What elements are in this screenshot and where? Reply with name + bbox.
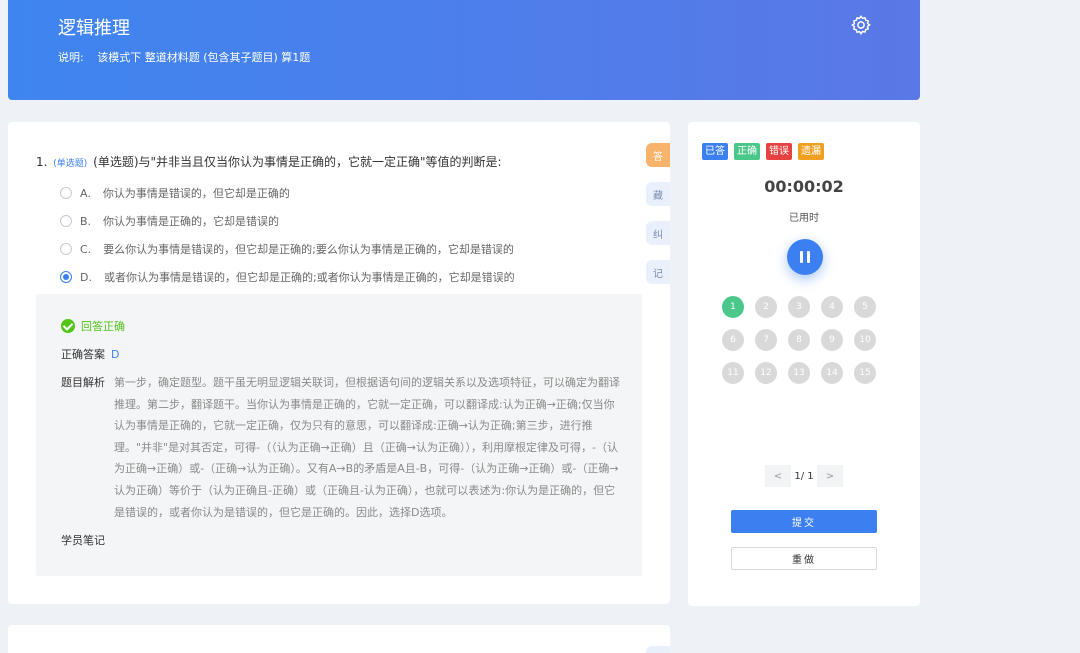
description-text: 该模式下 整道材料题 (包含其子题目) 算1题 bbox=[97, 51, 311, 64]
question-number-button[interactable]: 15 bbox=[854, 362, 876, 384]
submit-button[interactable]: 提交 bbox=[731, 510, 877, 533]
legend-missed: 遗漏 bbox=[798, 143, 824, 160]
description-label: 说明: bbox=[58, 51, 84, 64]
radio-button[interactable] bbox=[60, 271, 72, 283]
side-button-next-card[interactable] bbox=[646, 646, 670, 653]
analysis-text: 第一步，确定题型。题干虽无明显逻辑关联词，但根据语句间的逻辑关系以及选项特征，可… bbox=[114, 376, 620, 519]
timer-value: 00:00:02 bbox=[764, 177, 844, 196]
question-number: 1. bbox=[36, 155, 48, 169]
correct-answer-row: 正确答案 D bbox=[61, 346, 119, 362]
mode-description: 说明: 该模式下 整道材料题 (包含其子题目) 算1题 bbox=[58, 49, 310, 65]
legend-wrong: 错误 bbox=[766, 143, 792, 160]
option-letter: B. bbox=[80, 214, 92, 228]
question-number-button[interactable]: 2 bbox=[755, 296, 777, 318]
legend-correct: 正确 bbox=[734, 143, 760, 160]
question-card: 1. (单选题) (单选题)与"并非当且仅当你认为事情是正确的，它就一定正确"等… bbox=[8, 122, 670, 604]
question-number-button[interactable]: 5 bbox=[854, 296, 876, 318]
question-number-button[interactable]: 7 bbox=[755, 329, 777, 351]
option-text: 你认为事情是正确的，它却是错误的 bbox=[103, 215, 280, 228]
option-letter: A. bbox=[80, 186, 91, 200]
option-text: 或者你认为事情是错误的，但它却是正确的;或者你认为事情是正确的，它却是错误的 bbox=[103, 271, 515, 284]
question-number-button[interactable]: 10 bbox=[854, 329, 876, 351]
side-button-favorite[interactable]: 藏 bbox=[646, 182, 670, 206]
radio-button[interactable] bbox=[60, 215, 72, 227]
check-circle-icon bbox=[61, 319, 75, 333]
prev-page-button[interactable]: < bbox=[765, 465, 791, 487]
side-button-note[interactable]: 记 bbox=[646, 260, 670, 284]
legend-answered: 已答 bbox=[702, 143, 728, 160]
next-page-button[interactable]: > bbox=[817, 465, 843, 487]
radio-button[interactable] bbox=[60, 187, 72, 199]
question-number-button[interactable]: 9 bbox=[821, 329, 843, 351]
question-number-button[interactable]: 13 bbox=[788, 362, 810, 384]
option-letter: C. bbox=[80, 242, 92, 256]
option-c[interactable]: C. 要么你认为事情是错误的，但它却是正确的;要么你认为事情是正确的，它却是错误的 bbox=[60, 240, 514, 258]
question-number-button[interactable]: 14 bbox=[821, 362, 843, 384]
radio-button[interactable] bbox=[60, 243, 72, 255]
redo-button[interactable]: 重做 bbox=[731, 547, 877, 570]
question-title: 1. (单选题) (单选题)与"并非当且仅当你认为事情是正确的，它就一定正确"等… bbox=[36, 153, 502, 170]
status-legend: 已答 正确 错误 遗漏 bbox=[702, 143, 824, 160]
result-text: 回答正确 bbox=[81, 320, 125, 333]
notes-label: 学员笔记 bbox=[61, 534, 105, 547]
analysis-label: 题目解析 bbox=[61, 376, 105, 389]
question-number-button[interactable]: 6 bbox=[722, 329, 744, 351]
option-letter: D. bbox=[80, 270, 92, 284]
timer-label: 已用时 bbox=[789, 213, 819, 224]
option-d[interactable]: D. 或者你认为事情是错误的，但它却是正确的;或者你认为事情是正确的，它却是错误的 bbox=[60, 268, 515, 286]
pause-button[interactable] bbox=[787, 239, 823, 275]
page-header: 逻辑推理 说明: 该模式下 整道材料题 (包含其子题目) 算1题 bbox=[8, 0, 920, 100]
side-button-correction[interactable]: 纠 bbox=[646, 221, 670, 245]
option-a[interactable]: A. 你认为事情是错误的，但它却是正确的 bbox=[60, 184, 290, 202]
gear-icon[interactable] bbox=[850, 14, 872, 36]
page-title: 逻辑推理 bbox=[58, 18, 130, 39]
option-b[interactable]: B. 你认为事情是正确的，它却是错误的 bbox=[60, 212, 279, 230]
option-text: 你认为事情是错误的，但它却是正确的 bbox=[102, 187, 290, 200]
option-text: 要么你认为事情是错误的，但它却是正确的;要么你认为事情是正确的，它却是错误的 bbox=[103, 243, 514, 256]
side-button-answer[interactable]: 答 bbox=[646, 143, 670, 167]
question-number-button[interactable]: 1 bbox=[722, 296, 744, 318]
result-row: 回答正确 bbox=[61, 318, 125, 334]
question-type-tag: (单选题) bbox=[53, 159, 88, 169]
pause-icon bbox=[800, 251, 803, 263]
question-number-button[interactable]: 3 bbox=[788, 296, 810, 318]
question-number-button[interactable]: 11 bbox=[722, 362, 744, 384]
answer-panel: 回答正确 正确答案 D 题目解析 第一步，确定题型。题干虽无明显逻辑关联词，但根据… bbox=[36, 294, 642, 576]
answer-sheet-panel: 已答 正确 错误 遗漏 00:00:02 已用时 1 2 3 4 5 6 7 8 9 10 11 12… bbox=[688, 122, 920, 606]
correct-answer-value: D bbox=[111, 348, 120, 361]
correct-answer-label: 正确答案 bbox=[61, 348, 105, 361]
question-number-button[interactable]: 4 bbox=[821, 296, 843, 318]
question-number-button[interactable]: 8 bbox=[788, 329, 810, 351]
question-number-button[interactable]: 12 bbox=[755, 362, 777, 384]
pagination: < 1/ 1 > bbox=[765, 465, 843, 487]
next-question-card bbox=[8, 625, 670, 653]
question-text: (单选题)与"并非当且仅当你认为事情是正确的，它就一定正确"等值的判断是: bbox=[93, 155, 502, 169]
page-indicator: 1/ 1 bbox=[794, 470, 814, 482]
